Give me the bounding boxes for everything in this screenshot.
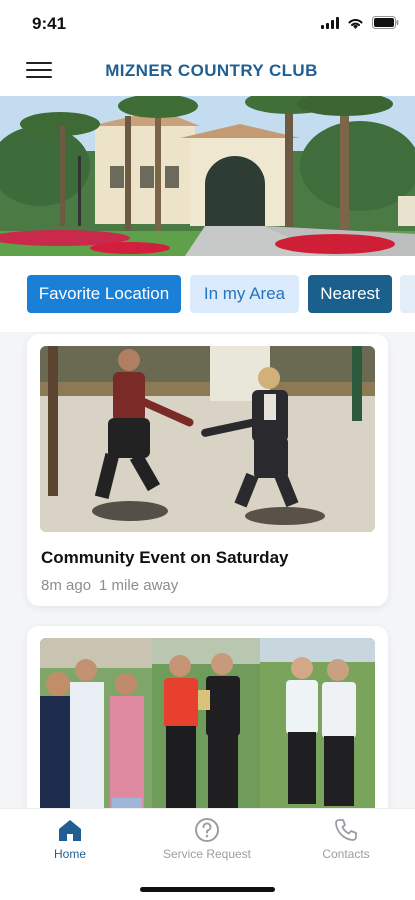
page-title: MIZNER COUNTRY CLUB (105, 61, 318, 80)
tab-contacts[interactable]: Contacts (286, 817, 406, 861)
home-indicator (140, 887, 275, 892)
tab-home-label: Home (53, 847, 86, 861)
status-time: 9:41 (32, 14, 67, 33)
filter-in-my-area[interactable]: In my Area (190, 275, 299, 313)
filter-bar: Favorite Location In my Area Nearest (0, 256, 415, 332)
event-meta: 8m ago 1 mile away (41, 577, 178, 594)
club-entrance-hero-image (0, 96, 415, 256)
event-feed: Community Event on Saturday 8m ago 1 mile… (0, 332, 415, 808)
filter-nearest[interactable]: Nearest (308, 275, 392, 313)
event-photo-dancing-couple (40, 346, 375, 532)
help-circle-icon (195, 818, 219, 842)
tab-service-request[interactable]: Service Request (147, 817, 267, 861)
event-card[interactable] (27, 626, 388, 808)
event-photo-golfers-collage (40, 638, 375, 808)
status-icons (321, 16, 399, 29)
status-bar: 9:41 (0, 0, 415, 48)
filter-next-chip[interactable] (400, 275, 415, 313)
tab-contacts-label: Contacts (322, 847, 370, 861)
bottom-tab-bar: Home Service Request Contacts (0, 808, 415, 900)
wifi-icon (348, 18, 363, 29)
app-header: MIZNER COUNTRY CLUB (0, 48, 415, 96)
home-icon (59, 820, 81, 841)
event-distance: 1 mile away (99, 577, 179, 594)
cellular-signal-icon (321, 16, 339, 29)
phone-icon (335, 819, 357, 841)
tab-home[interactable]: Home (10, 817, 130, 861)
event-time-ago: 8m ago (41, 577, 92, 594)
event-card[interactable]: Community Event on Saturday 8m ago 1 mile… (27, 334, 388, 606)
battery-icon (372, 16, 399, 29)
tab-service-request-label: Service Request (162, 847, 252, 861)
event-title: Community Event on Saturday (41, 548, 289, 567)
filter-favorite-location[interactable]: Favorite Location (27, 275, 181, 313)
